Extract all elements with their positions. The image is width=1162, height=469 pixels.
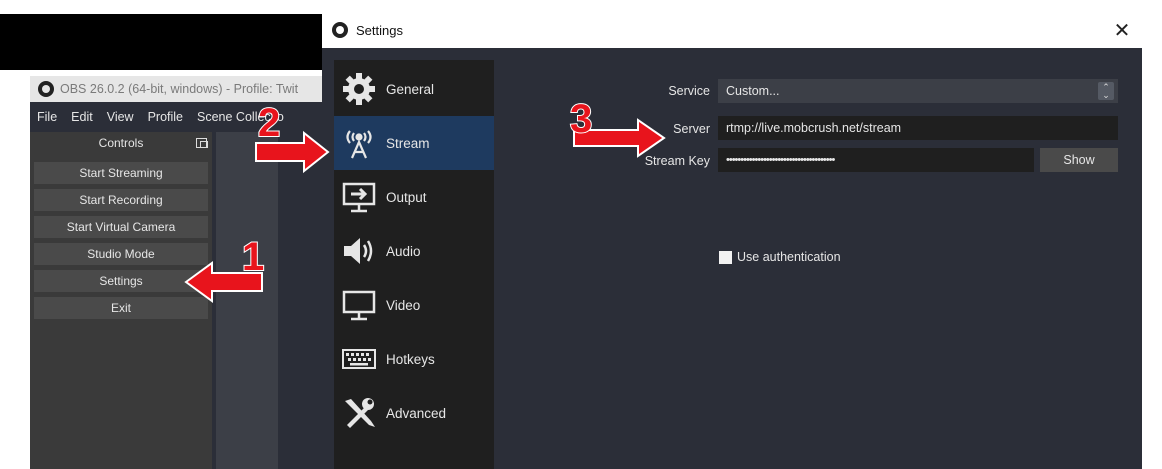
annotation-layer: 1 2 3 <box>184 96 666 303</box>
step1-number: 1 <box>242 235 264 279</box>
step2-number: 2 <box>258 101 280 145</box>
step3-number: 3 <box>570 97 592 141</box>
